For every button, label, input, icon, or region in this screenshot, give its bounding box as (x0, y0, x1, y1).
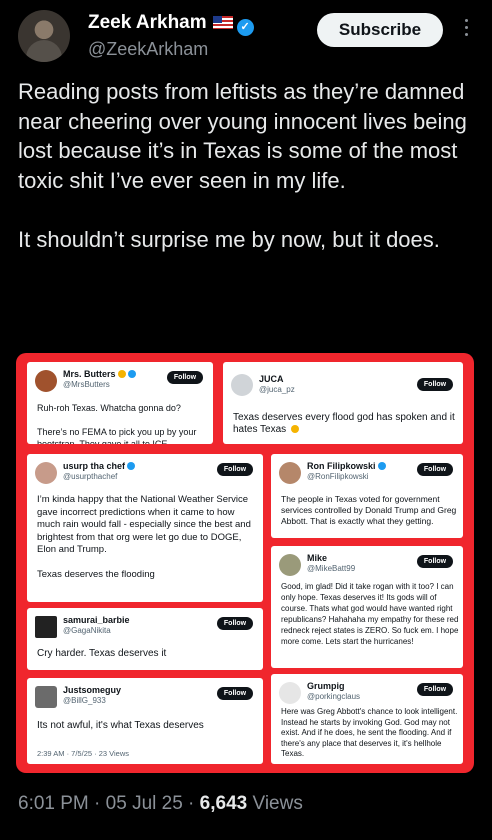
tweet-meta: 6:01 PM · 05 Jul 25 · 6,643 Views (18, 793, 303, 814)
views-label: Views (252, 793, 303, 814)
quoted-card: usurp tha chef @usurpthachef Follow I’m … (27, 454, 263, 602)
tweet-date[interactable]: 05 Jul 25 (106, 793, 183, 814)
card-name: Justsomeguy (63, 685, 122, 695)
card-text: Good, im glad! Did it take rogan with it… (281, 582, 459, 646)
tweet-image[interactable]: Mrs. Butters @MrsButters Follow Ruh-roh … (16, 353, 474, 773)
card-handle: @GagaNikita (63, 626, 111, 635)
quoted-card: Grumpig @porkingclaus Follow Here was Gr… (271, 674, 463, 764)
avatar[interactable] (18, 10, 70, 62)
card-follow-button: Follow (417, 378, 453, 391)
author-name-text[interactable]: Zeek Arkham (88, 12, 207, 33)
card-handle: @MrsButters (63, 380, 110, 389)
card-follow-button: Follow (417, 463, 453, 476)
card-text: The people in Texas voted for government… (281, 494, 457, 526)
card-name: samurai_barbie (63, 615, 130, 625)
more-options-icon[interactable] (461, 19, 471, 41)
card-avatar (231, 374, 253, 396)
view-count: 6,643 (199, 793, 248, 814)
card-name: Grumpig (307, 681, 345, 691)
card-text: I’m kinda happy that the National Weathe… (37, 494, 251, 580)
card-text: Texas deserves every flood god has spoke… (233, 412, 455, 435)
verified-icon (377, 462, 386, 470)
card-handle: @usurpthachef (63, 472, 118, 481)
card-follow-button: Follow (217, 463, 253, 476)
emoji-icon (117, 370, 126, 378)
card-name: usurp tha chef (63, 461, 126, 471)
card-avatar (35, 686, 57, 708)
card-avatar (35, 616, 57, 638)
card-text: Ruh-roh Texas. Whatcha gonna do? There’s… (37, 403, 197, 444)
card-name: Mike (307, 553, 328, 563)
author-handle[interactable]: @ZeekArkham (88, 39, 208, 60)
card-avatar (279, 682, 301, 704)
card-follow-button: Follow (217, 617, 253, 630)
subscribe-button[interactable]: Subscribe (317, 13, 443, 47)
tweet-header: Zeek Arkham ✓ @ZeekArkham Subscribe (0, 0, 492, 72)
card-follow-button: Follow (417, 683, 453, 696)
quoted-card: JUCA @juca_pz Follow Texas deserves ever… (223, 362, 463, 444)
card-follow-button: Follow (167, 371, 203, 384)
laughing-emoji-icon (290, 425, 299, 433)
card-handle: @juca_pz (259, 385, 295, 394)
quoted-card: Ron Filipkowski @RonFilipkowski Follow T… (271, 454, 463, 538)
card-handle: @RonFilipkowski (307, 472, 369, 481)
card-text: Cry harder. Texas deserves it (37, 648, 167, 659)
card-handle: @porkingclaus (307, 692, 361, 701)
card-name: Ron Filipkowski (307, 461, 376, 471)
card-name: Mrs. Butters (63, 369, 116, 379)
card-avatar (279, 462, 301, 484)
quoted-card: Mrs. Butters @MrsButters Follow Ruh-roh … (27, 362, 213, 444)
card-avatar (35, 370, 57, 392)
card-name: JUCA (259, 374, 284, 384)
card-meta: 2:39 AM · 7/5/25 · 23 Views (37, 749, 129, 758)
card-text: Here was Greg Abbott's chance to look in… (281, 707, 458, 758)
verified-badge-icon: ✓ (236, 19, 254, 36)
quoted-card: Justsomeguy @BillG_933 Follow Its not aw… (27, 678, 263, 764)
card-follow-button: Follow (417, 555, 453, 568)
card-follow-button: Follow (217, 687, 253, 700)
author-name[interactable]: Zeek Arkham ✓ (88, 12, 254, 36)
card-handle: @MikeBatt99 (307, 564, 356, 573)
card-text: Its not awful, it's what Texas deserves (37, 720, 204, 731)
quoted-card: Mike @MikeBatt99 Follow Good, im glad! D… (271, 546, 463, 668)
tweet-text: Reading posts from leftists as they’re d… (18, 79, 467, 252)
quoted-card: samurai_barbie @GagaNikita Follow Cry ha… (27, 608, 263, 670)
verified-icon (127, 462, 136, 470)
card-avatar (35, 462, 57, 484)
card-handle: @BillG_933 (63, 696, 106, 705)
card-avatar (279, 554, 301, 576)
tweet-time[interactable]: 6:01 PM (18, 793, 89, 814)
verified-icon (127, 370, 136, 378)
us-flag-icon (212, 16, 233, 29)
